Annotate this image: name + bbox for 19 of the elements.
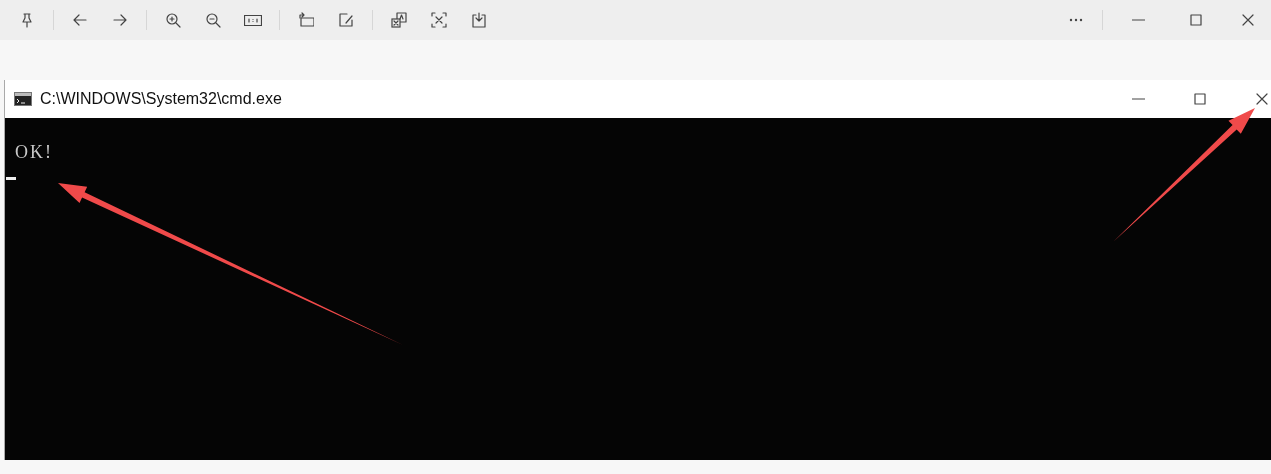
close-icon <box>1240 12 1256 28</box>
back-arrow-icon <box>72 12 88 28</box>
edit-icon <box>338 12 354 28</box>
zoom-out-icon <box>205 12 221 28</box>
capture-icon <box>431 12 447 28</box>
translate-icon <box>391 12 407 28</box>
maximize-icon <box>1188 12 1204 28</box>
maximize-icon <box>1192 91 1208 107</box>
console-app-icon <box>14 92 32 106</box>
forward-arrow-icon <box>112 12 128 28</box>
console-line: OK! <box>15 142 54 163</box>
minimize-icon <box>1131 98 1145 100</box>
save-icon <box>471 12 487 28</box>
rotate-icon <box>298 12 314 28</box>
close-icon <box>1254 91 1270 107</box>
minimize-icon <box>1131 19 1145 21</box>
actual-size-icon <box>244 12 262 28</box>
window-title: C:\WINDOWS\System32\cmd.exe <box>40 90 283 108</box>
zoom-in-icon <box>165 12 181 28</box>
